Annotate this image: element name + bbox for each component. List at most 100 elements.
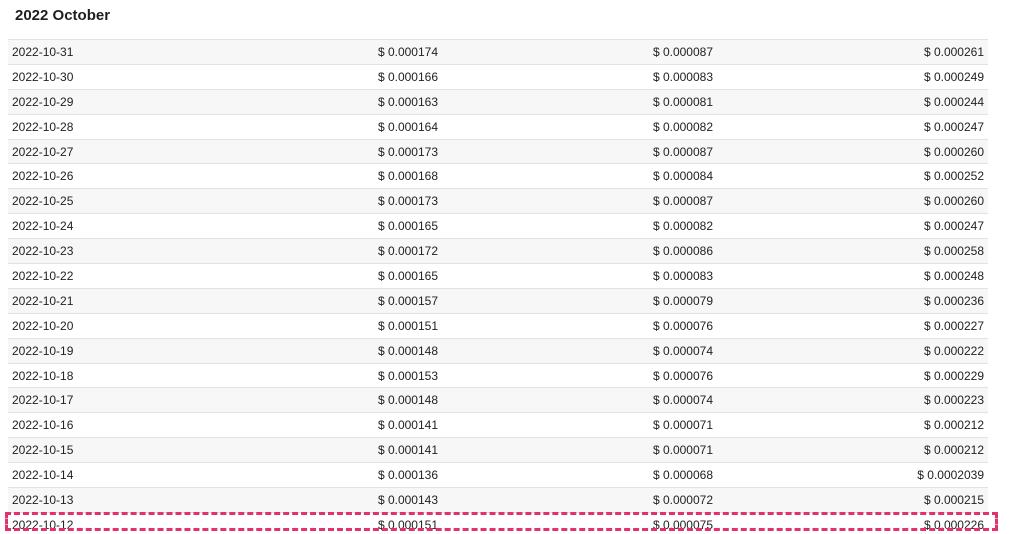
price-cell: $ 0.000083 [652, 69, 713, 84]
date-cell: 2022-10-23 [12, 244, 74, 259]
price-cell: $ 0.000151 [377, 517, 438, 532]
table-row: 2022-10-28 $ 0.000164 $ 0.000082 $ 0.000247 [8, 113, 988, 139]
table-row: 2022-10-25 $ 0.000173 $ 0.000087 $ 0.000260 [8, 188, 988, 214]
price-table: 2022-10-31 $ 0.000174 $ 0.000087 $ 0.000261… [8, 39, 988, 534]
table-row: 2022-10-30 $ 0.000166 $ 0.000083 $ 0.000249 [8, 63, 988, 89]
page: 2022 October 2022-10-31 $ 0.000174 $ 0.000… [0, 0, 1024, 534]
date-cell: 2022-10-15 [12, 443, 74, 458]
table-row: 2022-10-15 $ 0.000141 $ 0.000071 $ 0.000212 [8, 437, 988, 463]
date-cell: 2022-10-30 [12, 69, 74, 84]
price-cell: $ 0.000148 [377, 343, 438, 358]
table-row: 2022-10-27 $ 0.000173 $ 0.000087 $ 0.000260 [8, 138, 988, 164]
price-cell: $ 0.000141 [377, 443, 438, 458]
price-cell: $ 0.000087 [652, 44, 713, 59]
table-row: 2022-10-20 $ 0.000151 $ 0.000076 $ 0.000227 [8, 312, 988, 338]
price-cell: $ 0.000229 [923, 368, 984, 383]
table-row: 2022-10-12 $ 0.000151 $ 0.000075 $ 0.000226 [8, 511, 988, 534]
price-cell: $ 0.000236 [923, 293, 984, 308]
price-cell: $ 0.000151 [377, 318, 438, 333]
table-row: 2022-10-16 $ 0.000141 $ 0.000071 $ 0.000212 [8, 412, 988, 438]
price-cell: $ 0.000141 [377, 418, 438, 433]
price-cell: $ 0.000082 [652, 219, 713, 234]
price-cell: $ 0.000074 [652, 393, 713, 408]
price-cell: $ 0.000227 [923, 318, 984, 333]
price-cell: $ 0.000215 [923, 492, 984, 507]
date-cell: 2022-10-26 [12, 169, 74, 184]
table-row: 2022-10-29 $ 0.000163 $ 0.000081 $ 0.000244 [8, 88, 988, 114]
price-cell: $ 0.000244 [923, 94, 984, 109]
price-cell: $ 0.000071 [652, 418, 713, 433]
table-row: 2022-10-31 $ 0.000174 $ 0.000087 $ 0.000261 [8, 39, 988, 64]
date-cell: 2022-10-22 [12, 268, 74, 283]
price-cell: $ 0.000222 [923, 343, 984, 358]
date-cell: 2022-10-21 [12, 293, 74, 308]
price-cell: $ 0.000136 [377, 468, 438, 483]
date-cell: 2022-10-28 [12, 119, 74, 134]
date-cell: 2022-10-16 [12, 418, 74, 433]
price-cell: $ 0.000071 [652, 443, 713, 458]
price-cell: $ 0.000173 [377, 194, 438, 209]
table-row: 2022-10-19 $ 0.000148 $ 0.000074 $ 0.000222 [8, 337, 988, 363]
price-cell: $ 0.000153 [377, 368, 438, 383]
price-cell: $ 0.000079 [652, 293, 713, 308]
table-row: 2022-10-26 $ 0.000168 $ 0.000084 $ 0.000252 [8, 163, 988, 189]
date-cell: 2022-10-20 [12, 318, 74, 333]
date-cell: 2022-10-24 [12, 219, 74, 234]
table-row: 2022-10-21 $ 0.000157 $ 0.000079 $ 0.000236 [8, 287, 988, 313]
price-cell: $ 0.000166 [377, 69, 438, 84]
price-cell: $ 0.000075 [652, 517, 713, 532]
price-cell: $ 0.000212 [923, 443, 984, 458]
price-cell: $ 0.000143 [377, 492, 438, 507]
price-cell: $ 0.000260 [923, 144, 984, 159]
table-row: 2022-10-13 $ 0.000143 $ 0.000072 $ 0.000215 [8, 487, 988, 512]
price-cell: $ 0.000226 [923, 517, 984, 532]
date-cell: 2022-10-27 [12, 144, 74, 159]
price-cell: $ 0.000076 [652, 318, 713, 333]
date-cell: 2022-10-31 [12, 44, 74, 59]
price-cell: $ 0.000252 [923, 169, 984, 184]
price-cell: $ 0.000148 [377, 393, 438, 408]
price-cell: $ 0.000258 [923, 244, 984, 259]
price-cell: $ 0.000165 [377, 219, 438, 234]
price-cell: $ 0.000247 [923, 119, 984, 134]
price-cell: $ 0.000163 [377, 94, 438, 109]
price-cell: $ 0.000087 [652, 144, 713, 159]
price-cell: $ 0.000168 [377, 169, 438, 184]
table-row: 2022-10-17 $ 0.000148 $ 0.000074 $ 0.000223 [8, 387, 988, 413]
table-row: 2022-10-24 $ 0.000165 $ 0.000082 $ 0.000247 [8, 213, 988, 239]
price-cell: $ 0.000164 [377, 119, 438, 134]
price-cell: $ 0.000074 [652, 343, 713, 358]
date-cell: 2022-10-29 [12, 94, 74, 109]
price-cell: $ 0.000083 [652, 268, 713, 283]
price-cell: $ 0.000173 [377, 144, 438, 159]
price-cell: $ 0.000084 [652, 169, 713, 184]
price-cell: $ 0.000086 [652, 244, 713, 259]
page-title: 2022 October [15, 7, 111, 24]
price-cell: $ 0.000072 [652, 492, 713, 507]
price-cell: $ 0.000247 [923, 219, 984, 234]
price-cell: $ 0.000174 [377, 44, 438, 59]
price-cell: $ 0.000248 [923, 268, 984, 283]
price-cell: $ 0.000260 [923, 194, 984, 209]
date-cell: 2022-10-18 [12, 368, 74, 383]
table-row: 2022-10-18 $ 0.000153 $ 0.000076 $ 0.000229 [8, 362, 988, 388]
price-cell: $ 0.000087 [652, 194, 713, 209]
price-cell: $ 0.000076 [652, 368, 713, 383]
date-cell: 2022-10-13 [12, 492, 74, 507]
price-cell: $ 0.000249 [923, 69, 984, 84]
price-cell: $ 0.000212 [923, 418, 984, 433]
date-cell: 2022-10-19 [12, 343, 74, 358]
price-cell: $ 0.000261 [923, 44, 984, 59]
date-cell: 2022-10-17 [12, 393, 74, 408]
date-cell: 2022-10-12 [12, 517, 74, 532]
price-cell: $ 0.0002039 [917, 468, 984, 483]
date-cell: 2022-10-14 [12, 468, 74, 483]
table-row: 2022-10-23 $ 0.000172 $ 0.000086 $ 0.000258 [8, 238, 988, 264]
price-cell: $ 0.000223 [923, 393, 984, 408]
date-cell: 2022-10-25 [12, 194, 74, 209]
price-cell: $ 0.000172 [377, 244, 438, 259]
price-cell: $ 0.000068 [652, 468, 713, 483]
table-row: 2022-10-22 $ 0.000165 $ 0.000083 $ 0.000248 [8, 263, 988, 288]
price-cell: $ 0.000157 [377, 293, 438, 308]
table-row: 2022-10-14 $ 0.000136 $ 0.000068 $ 0.000203… [8, 462, 988, 488]
